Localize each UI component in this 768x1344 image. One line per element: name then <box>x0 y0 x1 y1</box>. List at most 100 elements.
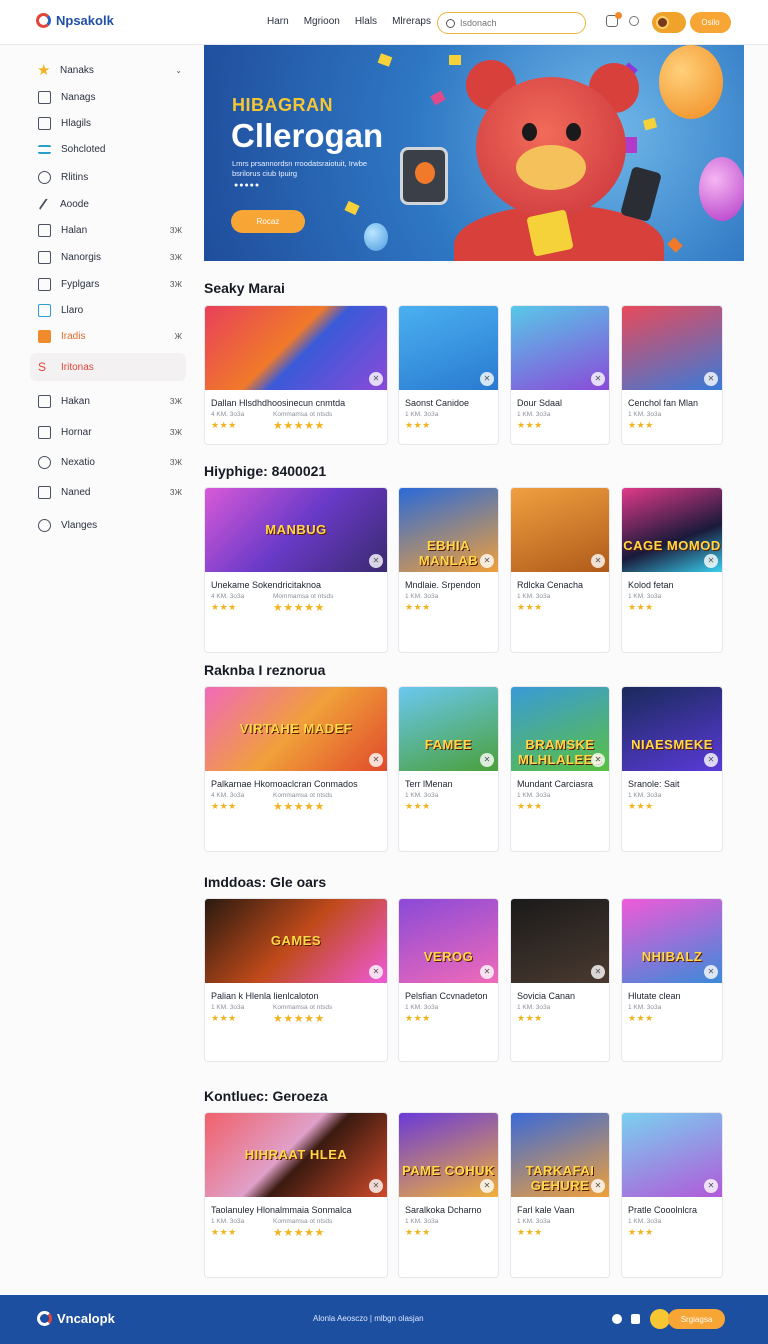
game-thumbnail[interactable]: VEROG ✕ <box>399 899 498 983</box>
game-thumbnail[interactable]: ✕ <box>205 306 387 390</box>
nav-link-3[interactable]: Hlals <box>355 16 377 27</box>
game-card[interactable]: BRAMSKE MLHLALEES ✕ Mundant Carciasra 1 KM.… <box>510 686 610 852</box>
game-thumbnail[interactable]: ✕ <box>399 306 498 390</box>
clock-icon <box>38 518 51 532</box>
game-thumbnail[interactable]: HIHRAAT HLEA ✕ <box>205 1113 387 1197</box>
game-card[interactable]: HIHRAAT HLEA ✕ Taolanuley Hlonalmmaia Sonm… <box>204 1112 388 1278</box>
card-title: Mundant Carciasra <box>517 779 594 789</box>
sidebar-item-label: Fyplgars <box>61 278 100 290</box>
hero-carousel-dots[interactable]: ●●●●● <box>234 182 260 189</box>
game-card[interactable]: ✕ Saonst Canidoe 1 KM. 3o3a ★★★ <box>398 305 499 445</box>
sidebar-item-7[interactable]: Halan ЗЖ <box>30 216 186 244</box>
card-meta: 1 KM. 3o3a <box>628 1218 662 1225</box>
game-card[interactable]: PAME COHUK ✕ Saralkoka Dcharno 1 KM. 3o3a ★★… <box>398 1112 499 1278</box>
badge-icon: ✕ <box>591 554 605 568</box>
sidebar-item-12-active[interactable]: S Iritonas <box>30 353 186 381</box>
hero-kicker: HIBAGRAN <box>232 95 333 115</box>
sidebar-item-16[interactable]: Naned ЗЖ <box>30 478 186 506</box>
search-input[interactable] <box>460 18 570 28</box>
user-avatar[interactable] <box>652 12 686 33</box>
game-card[interactable]: NIAESMEKE ✕ Sranole: Sait 1 KM. 3o3a ★★★ <box>621 686 723 852</box>
game-card[interactable]: NHIBALZ ✕ Hlutate clean 1 KM. 3o3a ★★★ <box>621 898 723 1062</box>
sidebar-item-6[interactable]: Aoode <box>30 190 186 218</box>
sidebar-item-2[interactable]: Nanags <box>30 83 186 111</box>
game-thumbnail[interactable]: MANBUG ✕ <box>205 488 387 572</box>
card-title: Pratle Cooolnlcra <box>628 1205 698 1215</box>
game-card[interactable]: ✕ Dour Sdaal 1 KM. 3o3a ★★★ <box>510 305 610 445</box>
card-title: Hlutate clean <box>628 991 681 1001</box>
sidebar-item-3[interactable]: Hlagils <box>30 109 186 137</box>
game-card[interactable]: CAGE MOMOD ✕ Kolod fetan 1 KM. 3o3a ★★★ <box>621 487 723 653</box>
settings-icon[interactable] <box>629 16 639 26</box>
game-card[interactable]: ✕ Rdlcka Cenacha 1 KM. 3o3a ★★★ <box>510 487 610 653</box>
flag-icon <box>38 116 51 130</box>
sidebar-item-17[interactable]: Vlanges <box>30 511 186 539</box>
game-card[interactable]: VEROG ✕ Pelsfian Ccvnadeton 1 KM. 3o3a ★★★ <box>398 898 499 1062</box>
game-card[interactable]: ✕ Cenchol fan Mlan 1 KM. 3o3a ★★★ <box>621 305 723 445</box>
game-card[interactable]: ✕ Dallan Hlsdhdhoosinecun cnmtda 4 KM. 3o3… <box>204 305 388 445</box>
nav-link-2[interactable]: Mgrioon <box>304 16 340 27</box>
rating-stars-icon: ★★★ <box>405 602 431 612</box>
sidebar-item-8[interactable]: Nanorgis ЗЖ <box>30 243 186 271</box>
card-title: Rdlcka Cenacha <box>517 580 584 590</box>
sidebar-item-5[interactable]: Rlitins <box>30 163 186 191</box>
game-thumbnail[interactable]: ✕ <box>622 306 722 390</box>
game-thumbnail[interactable]: ✕ <box>511 306 609 390</box>
hero-cta-button[interactable]: Rocaz <box>231 210 305 233</box>
badge-icon: ✕ <box>480 554 494 568</box>
footer: Vncalopk Alonla Aeosczo | mlbgn olasjan … <box>0 1295 768 1344</box>
sidebar-item-1[interactable]: ★ Nanaks ⌄ <box>30 56 186 84</box>
footer-signup-button[interactable]: Srgiagsa <box>668 1309 725 1329</box>
game-thumbnail[interactable]: VIRTAHE MADEF ✕ <box>205 687 387 771</box>
game-thumbnail[interactable]: GAMES ✕ <box>205 899 387 983</box>
game-thumbnail[interactable]: TARKAFAI GEHURE ✕ <box>511 1113 609 1197</box>
card-title: Dallan Hlsdhdhoosinecun cnmtda <box>211 398 346 408</box>
section-title: Hiyphige: 8400021 <box>204 463 327 479</box>
sidebar-item-11[interactable]: Iradis Ж <box>30 322 186 350</box>
badge-icon: ✕ <box>704 965 718 979</box>
game-thumbnail[interactable]: NHIBALZ ✕ <box>622 899 722 983</box>
sidebar-item-13[interactable]: Hakan ЗЖ <box>30 387 186 415</box>
game-card[interactable]: ✕ Sovicia Canan 1 KM. 3o3a ★★★ <box>510 898 610 1062</box>
sidebar-item-14[interactable]: Hornar ЗЖ <box>30 418 186 446</box>
footer-logo[interactable]: Vncalopk <box>37 1311 115 1326</box>
login-button[interactable]: Osilo <box>690 12 731 33</box>
game-card[interactable]: GAMES ✕ Palian k Hlenla lienlcaloton 1 KM. … <box>204 898 388 1062</box>
game-card[interactable]: TARKAFAI GEHURE ✕ Farl kale Vaan 1 KM. 3o3a… <box>510 1112 610 1278</box>
sidebar-item-9[interactable]: Fyplgars ЗЖ <box>30 270 186 298</box>
game-thumbnail[interactable]: ✕ <box>511 488 609 572</box>
sidebar-item-label: Hlagils <box>61 117 92 129</box>
nav-link-1[interactable]: Harn <box>267 16 289 27</box>
game-thumbnail[interactable]: ✕ <box>511 899 609 983</box>
rating-stars-icon: ★★★ <box>517 801 543 811</box>
brand-logo[interactable]: Npsakolk <box>36 13 114 28</box>
card-title: Mndlaie. Srpendon <box>405 580 481 590</box>
game-thumbnail[interactable]: FAMEE ✕ <box>399 687 498 771</box>
game-thumbnail[interactable]: PAME COHUK ✕ <box>399 1113 498 1197</box>
hero-banner[interactable]: HIBAGRAN Cllerogan Lmrs prsannordsn rroo… <box>204 45 744 261</box>
card-meta: 1 KM. 3o3a <box>628 792 662 799</box>
game-thumbnail[interactable]: NIAESMEKE ✕ <box>622 687 722 771</box>
share-icon[interactable] <box>631 1314 640 1324</box>
game-card[interactable]: VIRTAHE MADEF ✕ Palkarnae Hkomoaclcran Con… <box>204 686 388 852</box>
game-thumbnail[interactable]: EBHIA MANLAB ✕ <box>399 488 498 572</box>
footer-links[interactable]: Alonla Aeosczo | mlbgn olasjan <box>313 1314 424 1323</box>
sidebar-item-10[interactable]: Llaro <box>30 296 186 324</box>
search-box[interactable] <box>437 12 586 34</box>
game-thumbnail[interactable]: BRAMSKE MLHLALEES ✕ <box>511 687 609 771</box>
balloon-purple <box>699 157 744 221</box>
game-thumbnail[interactable]: ✕ <box>622 1113 722 1197</box>
sidebar-item-4[interactable]: Sohcloted <box>30 135 186 163</box>
game-card[interactable]: EBHIA MANLAB ✕ Mndlaie. Srpendon 1 KM. 3o3a… <box>398 487 499 653</box>
sidebar-item-label: Aoode <box>60 198 89 210</box>
nav-link-4[interactable]: Mlreraps <box>392 16 431 27</box>
game-card[interactable]: ✕ Pratle Cooolnlcra 1 KM. 3o3a ★★★ <box>621 1112 723 1278</box>
sidebar-item-15[interactable]: Nexatio ЗЖ <box>30 448 186 476</box>
game-thumbnail[interactable]: CAGE MOMOD ✕ <box>622 488 722 572</box>
badge-icon: ✕ <box>480 1179 494 1193</box>
game-card[interactable]: MANBUG ✕ Unekame Sokendricitaknoa 4 KM. 3o3… <box>204 487 388 653</box>
avatar-icon <box>656 16 669 29</box>
social-icon[interactable] <box>612 1314 622 1324</box>
badge-icon: ✕ <box>591 372 605 386</box>
game-card[interactable]: FAMEE ✕ Terr lMenan 1 KM. 3o3a ★★★ <box>398 686 499 852</box>
